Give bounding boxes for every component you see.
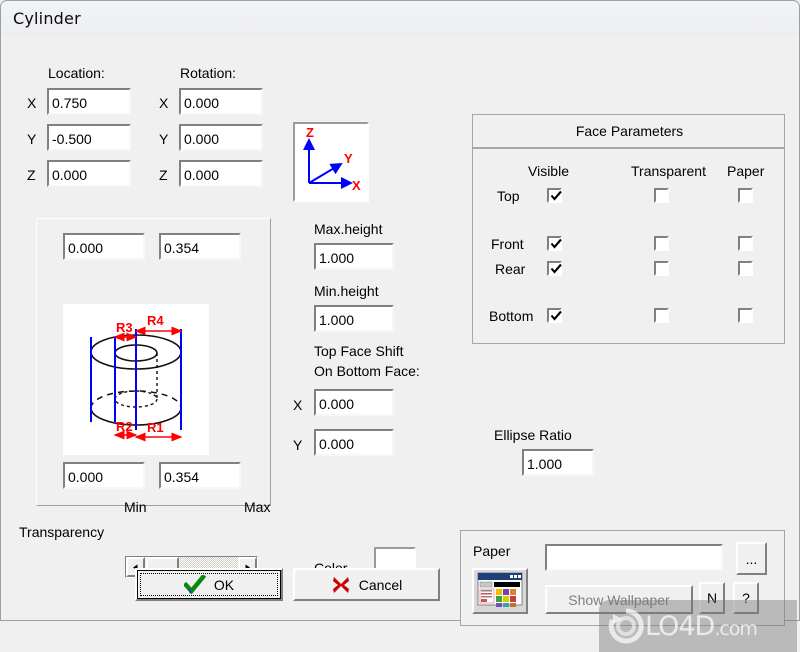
face-bottom-visible-checkbox[interactable] — [547, 308, 562, 323]
min-label: Min — [124, 499, 147, 515]
show-wallpaper-button[interactable]: Show Wallpaper — [545, 585, 693, 614]
column-header-paper: Paper — [727, 163, 765, 179]
max-height-input[interactable]: 1.000 — [314, 243, 394, 270]
top-face-shift-x-label: X — [293, 397, 303, 413]
cancel-button-label: Cancel — [358, 576, 403, 593]
top-face-shift-label-line2: On Bottom Face: — [314, 363, 420, 379]
radius-bottom-right-input[interactable]: 0.354 — [159, 462, 241, 489]
checkmark-icon — [183, 574, 206, 594]
location-y-label: Y — [27, 131, 37, 147]
wallpaper-icon — [475, 571, 525, 611]
rotation-x-input[interactable]: 0.000 — [179, 88, 263, 115]
face-row-front-label: Front — [491, 236, 524, 252]
rotation-y-input[interactable]: 0.000 — [179, 124, 263, 151]
dialog-client-area: Location: X 0.750 Y -0.500 Z 0.000 Rotat… — [0, 37, 800, 652]
location-z-input[interactable]: 0.000 — [47, 160, 131, 187]
rotation-z-input[interactable]: 0.000 — [179, 160, 263, 187]
transparency-label: Transparency — [19, 524, 105, 540]
svg-text:R3: R3 — [116, 320, 133, 335]
rotation-label: Rotation: — [180, 65, 237, 81]
ok-button[interactable]: OK — [135, 568, 283, 601]
column-header-visible: Visible — [528, 163, 569, 179]
top-face-shift-y-label: Y — [293, 437, 303, 453]
paper-path-input[interactable] — [545, 544, 723, 571]
radius-bottom-left-input[interactable]: 0.000 — [63, 462, 145, 489]
location-x-input[interactable]: 0.750 — [47, 88, 131, 115]
paper-n-button[interactable]: N — [699, 582, 725, 614]
cancel-button[interactable]: Cancel — [293, 568, 440, 601]
rotation-x-label: X — [159, 95, 169, 111]
svg-text:X: X — [352, 178, 361, 193]
title-bar: Cylinder — [0, 0, 800, 37]
location-z-label: Z — [27, 167, 36, 183]
close-x-icon — [332, 576, 349, 593]
radius-top-right-input[interactable]: 0.354 — [159, 233, 241, 260]
face-front-paper-checkbox[interactable] — [738, 236, 753, 251]
ok-focus-ring — [140, 573, 278, 596]
ellipse-ratio-input[interactable]: 1.000 — [522, 449, 594, 476]
column-header-transparent: Transparent — [631, 163, 706, 179]
ok-button-label: OK — [213, 576, 235, 593]
location-x-label: X — [27, 95, 37, 111]
check-icon — [550, 263, 562, 274]
min-height-input[interactable]: 1.000 — [314, 305, 394, 332]
cylinder-diagram-icon: R3 R4 R2 R1 — [90, 313, 183, 442]
rotation-y-label: Y — [159, 131, 169, 147]
svg-text:R2: R2 — [116, 419, 133, 434]
paper-label: Paper — [473, 543, 511, 559]
cylinder-dialog: Cylinder Location: X 0.750 Y -0.500 Z 0.… — [0, 0, 800, 652]
svg-text:R4: R4 — [147, 313, 164, 328]
min-height-label: Min.height — [314, 283, 379, 299]
ellipse-ratio-label: Ellipse Ratio — [494, 427, 572, 443]
radius-top-left-input[interactable]: 0.000 — [63, 233, 145, 260]
face-top-visible-checkbox[interactable] — [547, 188, 562, 203]
face-front-visible-checkbox[interactable] — [547, 236, 562, 251]
top-face-shift-label-line1: Top Face Shift — [314, 343, 404, 359]
check-icon — [550, 310, 562, 321]
rotation-z-label: Z — [159, 167, 168, 183]
svg-text:Y: Y — [344, 151, 353, 166]
face-row-rear-label: Rear — [495, 261, 526, 277]
face-top-transparent-checkbox[interactable] — [654, 188, 669, 203]
svg-text:R1: R1 — [147, 420, 164, 435]
face-row-bottom-label: Bottom — [489, 308, 534, 324]
wallpaper-preview-icon[interactable] — [472, 568, 528, 614]
face-rear-paper-checkbox[interactable] — [738, 261, 753, 276]
top-face-shift-x-input[interactable]: 0.000 — [314, 389, 394, 416]
face-rear-visible-checkbox[interactable] — [547, 261, 562, 276]
location-label: Location: — [48, 65, 105, 81]
face-rear-transparent-checkbox[interactable] — [654, 261, 669, 276]
face-row-top-label: Top — [497, 188, 520, 204]
svg-text:Z: Z — [306, 125, 314, 140]
face-front-transparent-checkbox[interactable] — [654, 236, 669, 251]
face-parameters-header: Face Parameters — [472, 114, 785, 148]
check-icon — [550, 238, 562, 249]
paper-browse-button[interactable]: ... — [736, 542, 767, 575]
window-title: Cylinder — [13, 9, 81, 28]
top-face-shift-y-input[interactable]: 0.000 — [314, 429, 394, 456]
cylinder-diagram: R3 R4 R2 R1 — [63, 304, 209, 455]
location-y-input[interactable]: -0.500 — [47, 124, 131, 151]
max-height-label: Max.height — [314, 221, 383, 237]
face-top-paper-checkbox[interactable] — [738, 188, 753, 203]
max-label: Max — [244, 499, 271, 515]
face-parameters-title: Face Parameters — [575, 123, 684, 139]
axis-orientation-icon: Z X Y — [303, 125, 361, 193]
paper-help-button[interactable]: ? — [733, 582, 759, 614]
face-bottom-paper-checkbox[interactable] — [738, 308, 753, 323]
face-bottom-transparent-checkbox[interactable] — [654, 308, 669, 323]
axis-orientation-preview: Z X Y — [293, 122, 369, 202]
check-icon — [550, 190, 562, 201]
